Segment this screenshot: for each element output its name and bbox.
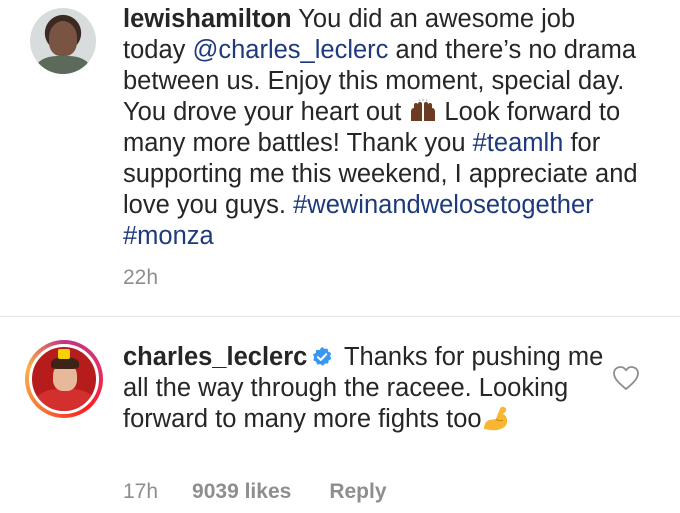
verified-badge-icon [313, 346, 332, 366]
hashtag-link[interactable]: #monza [123, 222, 214, 250]
hashtag-link[interactable]: #wewinandwelosetogether [293, 191, 594, 219]
comment-meta: 22h [123, 266, 158, 290]
raising-hands-icon [411, 99, 436, 121]
avatar-shirt [36, 56, 90, 74]
username[interactable]: charles_leclerc [123, 343, 307, 371]
comment-text: lewishamilton You did an awesome job tod… [123, 4, 643, 252]
avatar[interactable] [30, 8, 96, 74]
timestamp[interactable]: 17h [123, 480, 158, 504]
likes-count[interactable]: 9039 likes [192, 480, 291, 504]
avatar-face [49, 22, 77, 56]
mention-link[interactable]: @charles_leclerc [192, 36, 388, 64]
comment-lewishamilton: lewishamilton You did an awesome job tod… [0, 0, 680, 316]
comment-charles-leclerc: charles_leclerc Thanks for pushing me al… [0, 316, 680, 513]
avatar[interactable] [29, 344, 99, 414]
heart-outline-icon[interactable] [612, 365, 640, 391]
comment-text: charles_leclerc Thanks for pushing me al… [123, 342, 613, 435]
story-ring[interactable] [25, 340, 103, 418]
timestamp[interactable]: 22h [123, 266, 158, 290]
comment-meta: 17h 9039 likes Reply [123, 480, 387, 504]
username[interactable]: lewishamilton [123, 5, 292, 33]
reply-button[interactable]: Reply [329, 480, 386, 504]
flexed-biceps-icon [483, 406, 507, 431]
avatar-badge [58, 349, 70, 359]
hashtag-link[interactable]: #teamlh [473, 129, 564, 157]
avatar-suit [36, 389, 94, 411]
